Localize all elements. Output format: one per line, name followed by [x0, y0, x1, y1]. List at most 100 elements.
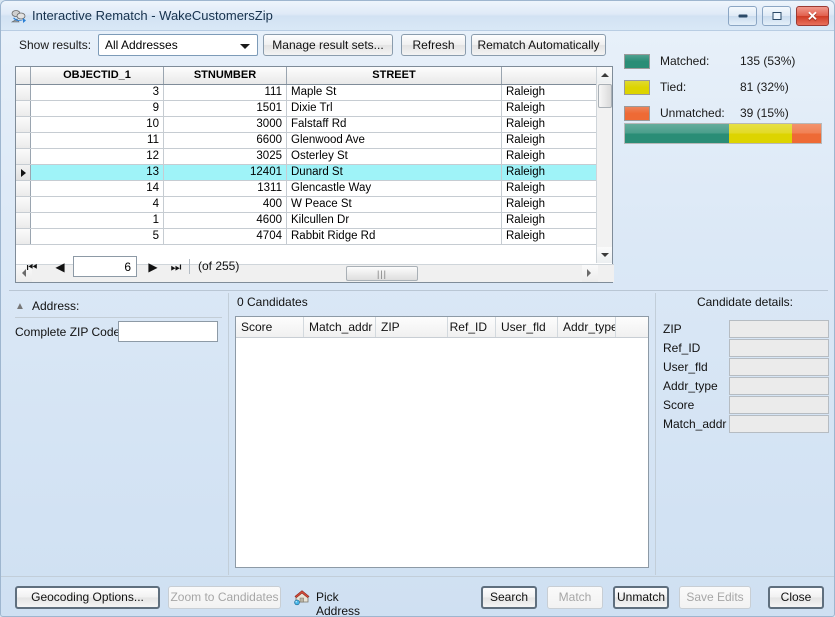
candidates-column-blank[interactable] [616, 317, 648, 337]
cell-street[interactable]: Osterley St [287, 149, 502, 164]
table-row[interactable]: 3 111 Maple St Raleigh [16, 85, 612, 101]
complete-zip-code-input[interactable] [118, 321, 218, 342]
cell-city[interactable]: Raleigh [502, 229, 597, 244]
cell-stnumber[interactable]: 3000 [164, 117, 287, 132]
cell-city[interactable]: Raleigh [502, 197, 597, 212]
cell-stnumber[interactable]: 12401 [164, 165, 287, 180]
candidates-column-ref-id[interactable]: Ref_ID [448, 317, 496, 337]
cell-objectid[interactable]: 9 [31, 101, 164, 116]
geocoding-options-button[interactable]: Geocoding Options... [15, 586, 160, 609]
rematch-automatically-button[interactable]: Rematch Automatically [471, 34, 606, 56]
cell-city[interactable]: Raleigh [502, 101, 597, 116]
cell-street[interactable]: Glenwood Ave [287, 133, 502, 148]
first-record-button[interactable]: ⏮ [21, 257, 43, 277]
row-selector[interactable] [16, 181, 31, 196]
table-row[interactable]: 4 400 W Peace St Raleigh [16, 197, 612, 213]
candidates-column-match-addr[interactable]: Match_addr [304, 317, 376, 337]
refresh-button[interactable]: Refresh [401, 34, 466, 56]
candidates-column-user-fld[interactable]: User_fld [496, 317, 558, 337]
row-selector[interactable] [16, 117, 31, 132]
cell-stnumber[interactable]: 400 [164, 197, 287, 212]
row-selector[interactable] [16, 229, 31, 244]
cell-street[interactable]: Falstaff Rd [287, 117, 502, 132]
maximize-button[interactable] [762, 6, 791, 26]
cell-city[interactable]: Raleigh [502, 85, 597, 100]
cell-objectid[interactable]: 1 [31, 213, 164, 228]
cell-street[interactable]: Dixie Trl [287, 101, 502, 116]
cell-street[interactable]: Maple St [287, 85, 502, 100]
detail-label: Match_addr [663, 417, 727, 431]
row-selector[interactable] [16, 213, 31, 228]
row-selector[interactable] [16, 133, 31, 148]
cell-city[interactable]: Raleigh [502, 149, 597, 164]
vertical-scroll-thumb[interactable] [598, 84, 612, 108]
table-row[interactable]: 5 4704 Rabbit Ridge Rd Raleigh [16, 229, 612, 245]
row-selector[interactable] [16, 197, 31, 212]
cell-city[interactable]: Raleigh [502, 213, 597, 228]
cell-stnumber[interactable]: 111 [164, 85, 287, 100]
grid-corner-header[interactable] [16, 67, 31, 84]
cell-stnumber[interactable]: 3025 [164, 149, 287, 164]
cell-city[interactable]: Raleigh [502, 181, 597, 196]
manage-result-sets-button[interactable]: Manage result sets... [263, 34, 393, 56]
table-row[interactable]: 11 6600 Glenwood Ave Raleigh [16, 133, 612, 149]
detail-row: User_fld [661, 358, 831, 377]
cell-city[interactable]: Raleigh [502, 165, 597, 180]
close-button[interactable]: Close [768, 586, 824, 609]
show-results-select[interactable]: All Addresses [98, 34, 258, 56]
column-header-stnumber[interactable]: STNUMBER [164, 67, 287, 84]
cell-stnumber[interactable]: 6600 [164, 133, 287, 148]
table-row[interactable]: 10 3000 Falstaff Rd Raleigh [16, 117, 612, 133]
row-selector[interactable] [16, 165, 31, 180]
scroll-up-button[interactable] [597, 67, 612, 83]
row-selector[interactable] [16, 149, 31, 164]
row-selector[interactable] [16, 85, 31, 100]
previous-record-button[interactable]: ◀ [49, 257, 71, 277]
cell-street[interactable]: Dunard St [287, 165, 502, 180]
cell-stnumber[interactable]: 4600 [164, 213, 287, 228]
cell-stnumber[interactable]: 1311 [164, 181, 287, 196]
chevron-up-icon[interactable]: ▲ [15, 302, 27, 312]
cell-objectid[interactable]: 14 [31, 181, 164, 196]
table-row[interactable]: 12 3025 Osterley St Raleigh [16, 149, 612, 165]
candidates-table[interactable]: Score Match_addr ZIP Ref_ID User_fld Add… [235, 316, 649, 568]
minimize-button[interactable] [728, 6, 757, 26]
cell-objectid[interactable]: 3 [31, 85, 164, 100]
column-header-city[interactable] [502, 67, 597, 84]
candidates-column-zip[interactable]: ZIP [376, 317, 448, 337]
cell-city[interactable]: Raleigh [502, 133, 597, 148]
column-header-objectid[interactable]: OBJECTID_1 [31, 67, 164, 84]
close-window-button[interactable]: ✕ [796, 6, 829, 26]
cell-stnumber[interactable]: 1501 [164, 101, 287, 116]
cell-stnumber[interactable]: 4704 [164, 229, 287, 244]
cell-objectid[interactable]: 13 [31, 165, 164, 180]
table-row[interactable]: 1 4600 Kilcullen Dr Raleigh [16, 213, 612, 229]
address-results-grid[interactable]: OBJECTID_1 STNUMBER STREET 3 111 Maple St R… [15, 66, 614, 283]
column-header-street[interactable]: STREET [287, 67, 502, 84]
search-button[interactable]: Search [481, 586, 537, 609]
progress-segment [728, 124, 792, 143]
cell-street[interactable]: W Peace St [287, 197, 502, 212]
table-row[interactable]: 13 12401 Dunard St Raleigh [16, 165, 612, 181]
unmatch-button[interactable]: Unmatch [613, 586, 669, 609]
cell-street[interactable]: Glencastle Way [287, 181, 502, 196]
cell-objectid[interactable]: 5 [31, 229, 164, 244]
cell-objectid[interactable]: 4 [31, 197, 164, 212]
cell-street[interactable]: Kilcullen Dr [287, 213, 502, 228]
candidates-column-addr-type[interactable]: Addr_type [558, 317, 616, 337]
cell-objectid[interactable]: 10 [31, 117, 164, 132]
address-panel-header[interactable]: ▲ Address: [15, 299, 222, 315]
candidates-column-score[interactable]: Score [236, 317, 304, 337]
cell-city[interactable]: Raleigh [502, 117, 597, 132]
table-row[interactable]: 9 1501 Dixie Trl Raleigh [16, 101, 612, 117]
table-row[interactable]: 14 1311 Glencastle Way Raleigh [16, 181, 612, 197]
current-record-input[interactable]: 6 [73, 256, 137, 277]
next-record-button[interactable]: ▶ [142, 257, 164, 277]
last-record-button[interactable]: ⏭ [165, 257, 187, 277]
grid-vertical-scrollbar[interactable] [596, 67, 612, 263]
row-selector[interactable] [16, 101, 31, 116]
cell-street[interactable]: Rabbit Ridge Rd [287, 229, 502, 244]
cell-objectid[interactable]: 11 [31, 133, 164, 148]
match-button: Match [547, 586, 603, 609]
cell-objectid[interactable]: 12 [31, 149, 164, 164]
